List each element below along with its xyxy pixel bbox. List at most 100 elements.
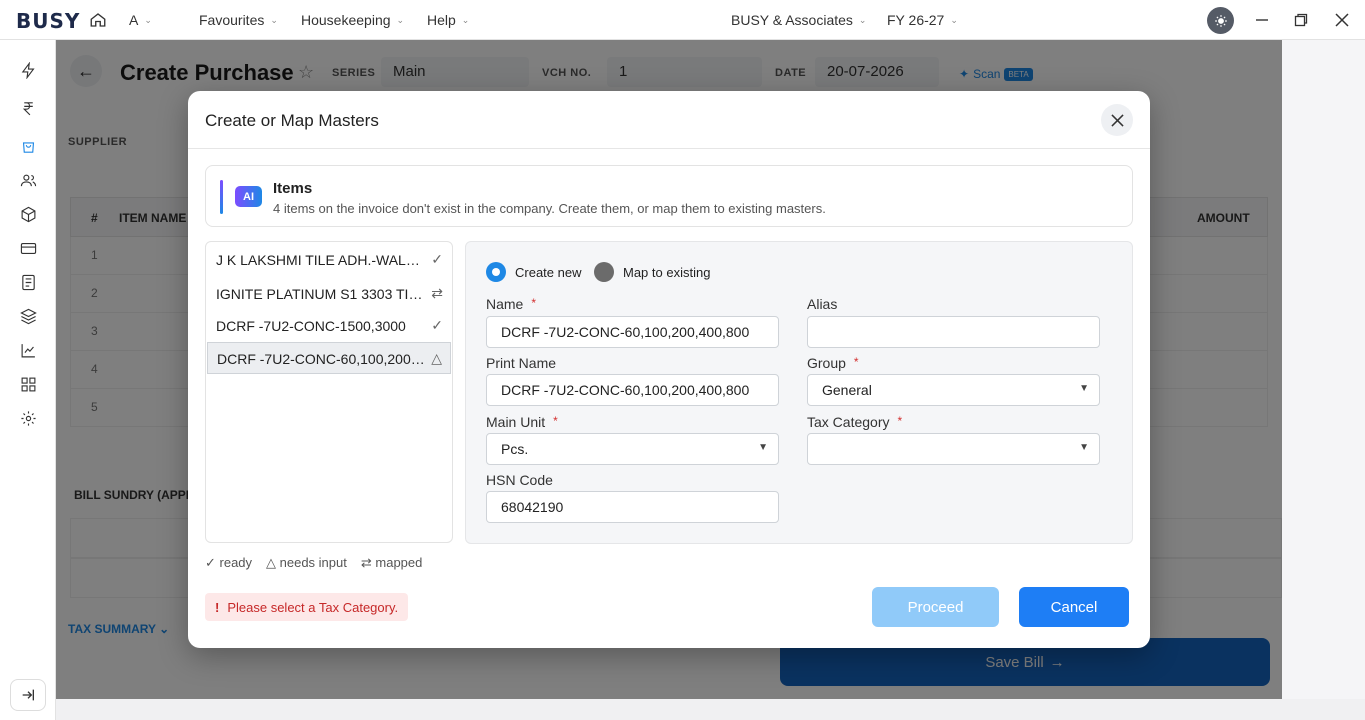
- chevron-down-icon: ⌄: [858, 14, 867, 25]
- main-unit-value: Pcs.: [501, 441, 529, 457]
- sidebar-item-payments[interactable]: [18, 238, 38, 258]
- main-unit-select[interactable]: Pcs. ▼: [486, 433, 779, 465]
- warning-triangle-icon: △: [431, 350, 442, 366]
- name-value: DCRF -7U2-CONC-60,100,200,400,800: [501, 324, 750, 340]
- main-unit-label-text: Main Unit: [486, 414, 546, 430]
- background-strip: [1282, 40, 1365, 699]
- ai-badge: AI: [235, 186, 262, 207]
- ready-check-icon: ✓: [431, 251, 443, 267]
- sidebar-item-purchase[interactable]: [18, 136, 38, 156]
- items-list: J K LAKSHMI TILE ADH.-WALL & FLOOR ✓ IGN…: [205, 241, 453, 543]
- radio-create-new-label: Create new: [515, 264, 582, 280]
- sidebar-item-parties[interactable]: [18, 170, 38, 190]
- item-name: IGNITE PLATINUM S1 3303 TILE ADHESIVE: [216, 286, 426, 302]
- chart-icon: [21, 343, 35, 357]
- company-short: A: [129, 12, 139, 28]
- item-master-form: Create new Map to existing Name * DCRF -7…: [465, 241, 1133, 544]
- sidebar-item-settings[interactable]: [18, 408, 38, 428]
- menu-help-label: Help: [427, 12, 456, 28]
- dialog-title: Create or Map Masters: [205, 111, 379, 130]
- credit-card-icon: [20, 242, 36, 254]
- radio-selected-icon: [486, 262, 506, 282]
- menu-housekeeping-label: Housekeeping: [301, 12, 391, 28]
- fy-menu[interactable]: FY 26-27 ⌄: [887, 12, 958, 28]
- group-label-text: Group: [807, 355, 846, 371]
- radio-map-existing[interactable]: Map to existing: [594, 262, 710, 282]
- print-name-input[interactable]: DCRF -7U2-CONC-60,100,200,400,800: [486, 374, 779, 406]
- list-item[interactable]: J K LAKSHMI TILE ADH.-WALL & FLOOR ✓: [207, 244, 451, 276]
- radio-unselected-icon: [594, 262, 614, 282]
- list-item[interactable]: IGNITE PLATINUM S1 3303 TILE ADHESIVE ⇄: [207, 278, 451, 310]
- create-or-map-masters-dialog: Create or Map Masters AI Items 4 items o…: [188, 91, 1150, 648]
- sidebar-item-layers[interactable]: [18, 306, 38, 326]
- item-name: DCRF -7U2-CONC-1500,3000: [216, 318, 406, 334]
- main-unit-label: Main Unit *: [486, 414, 558, 430]
- list-item-selected[interactable]: DCRF -7U2-CONC-60,100,200,400,800 △: [207, 342, 451, 374]
- group-label: Group *: [807, 355, 859, 371]
- cancel-label: Cancel: [1050, 598, 1098, 616]
- menu-favourites-label: Favourites: [199, 12, 265, 28]
- box-icon: [21, 206, 35, 222]
- hsn-input[interactable]: 68042190: [486, 491, 779, 523]
- sidebar-item-reports[interactable]: [18, 272, 38, 292]
- restore-icon: [1294, 13, 1308, 27]
- chevron-down-icon: ⌄: [396, 14, 405, 25]
- dialog-close-button[interactable]: [1101, 104, 1133, 136]
- legend-needs-input: △ needs input: [266, 555, 347, 570]
- home-icon[interactable]: [89, 11, 107, 29]
- sun-icon: [1214, 14, 1227, 27]
- name-input[interactable]: DCRF -7U2-CONC-60,100,200,400,800: [486, 316, 779, 348]
- radio-map-existing-label: Map to existing: [623, 264, 711, 280]
- cancel-button[interactable]: Cancel: [1019, 587, 1129, 627]
- users-icon: [20, 174, 36, 186]
- sidebar-item-inventory[interactable]: [18, 204, 38, 224]
- sidebar-expand-button[interactable]: [10, 679, 46, 711]
- alias-label: Alias: [807, 296, 838, 312]
- busy-logo[interactable]: BUSY: [16, 9, 80, 33]
- close-icon: [1335, 13, 1349, 27]
- name-label-text: Name: [486, 296, 524, 312]
- group-value: General: [822, 382, 872, 398]
- menu-help[interactable]: Help ⌄: [427, 12, 469, 28]
- legend-ready: ✓ ready: [205, 555, 253, 570]
- lightning-icon: [21, 61, 35, 79]
- tax-category-label-text: Tax Category: [807, 414, 890, 430]
- print-name-label: Print Name: [486, 355, 557, 371]
- dialog-header: Create or Map Masters: [188, 91, 1150, 149]
- chevron-down-icon: ▼: [1079, 383, 1089, 394]
- print-name-value: DCRF -7U2-CONC-60,100,200,400,800: [501, 382, 750, 398]
- items-info-banner: AI Items 4 items on the invoice don't ex…: [205, 165, 1133, 227]
- exclamation-icon: !: [215, 599, 220, 615]
- tax-category-select[interactable]: ▼: [807, 433, 1100, 465]
- gear-icon: [20, 410, 36, 426]
- legend-mapped: ⇄ mapped: [360, 555, 423, 570]
- close-window-button[interactable]: [1330, 8, 1354, 32]
- sidebar-item-quick[interactable]: [18, 60, 38, 80]
- sidebar-item-analytics[interactable]: [18, 340, 38, 360]
- required-mark: *: [853, 355, 859, 369]
- tax-category-label: Tax Category *: [807, 414, 902, 430]
- logo-text: BUSY: [16, 9, 81, 33]
- group-select[interactable]: General ▼: [807, 374, 1100, 406]
- restore-button[interactable]: [1289, 8, 1313, 32]
- list-item[interactable]: DCRF -7U2-CONC-1500,3000 ✓: [207, 310, 451, 342]
- sidebar: [0, 40, 56, 720]
- theme-toggle-button[interactable]: [1207, 7, 1234, 34]
- proceed-button[interactable]: Proceed: [872, 587, 999, 627]
- company-switcher[interactable]: A ⌄: [129, 12, 152, 28]
- alias-input[interactable]: [807, 316, 1100, 348]
- ready-check-icon: ✓: [431, 317, 443, 333]
- hsn-value: 68042190: [501, 499, 564, 515]
- sidebar-item-modules[interactable]: [18, 374, 38, 394]
- banner-title: Items: [273, 180, 313, 197]
- radio-create-new[interactable]: Create new: [486, 262, 581, 282]
- sidebar-item-accounts[interactable]: [18, 98, 38, 118]
- proceed-label: Proceed: [907, 598, 964, 616]
- minimize-button[interactable]: [1250, 8, 1274, 32]
- minimize-icon: [1256, 19, 1268, 21]
- menu-favourites[interactable]: Favourites ⌄: [199, 12, 278, 28]
- name-label: Name *: [486, 296, 536, 312]
- company-name-menu[interactable]: BUSY & Associates ⌄: [731, 12, 866, 28]
- menu-housekeeping[interactable]: Housekeeping ⌄: [301, 12, 404, 28]
- top-bar: BUSY A ⌄ Favourites ⌄ Housekeeping ⌄ Help ⌄ …: [0, 0, 1365, 40]
